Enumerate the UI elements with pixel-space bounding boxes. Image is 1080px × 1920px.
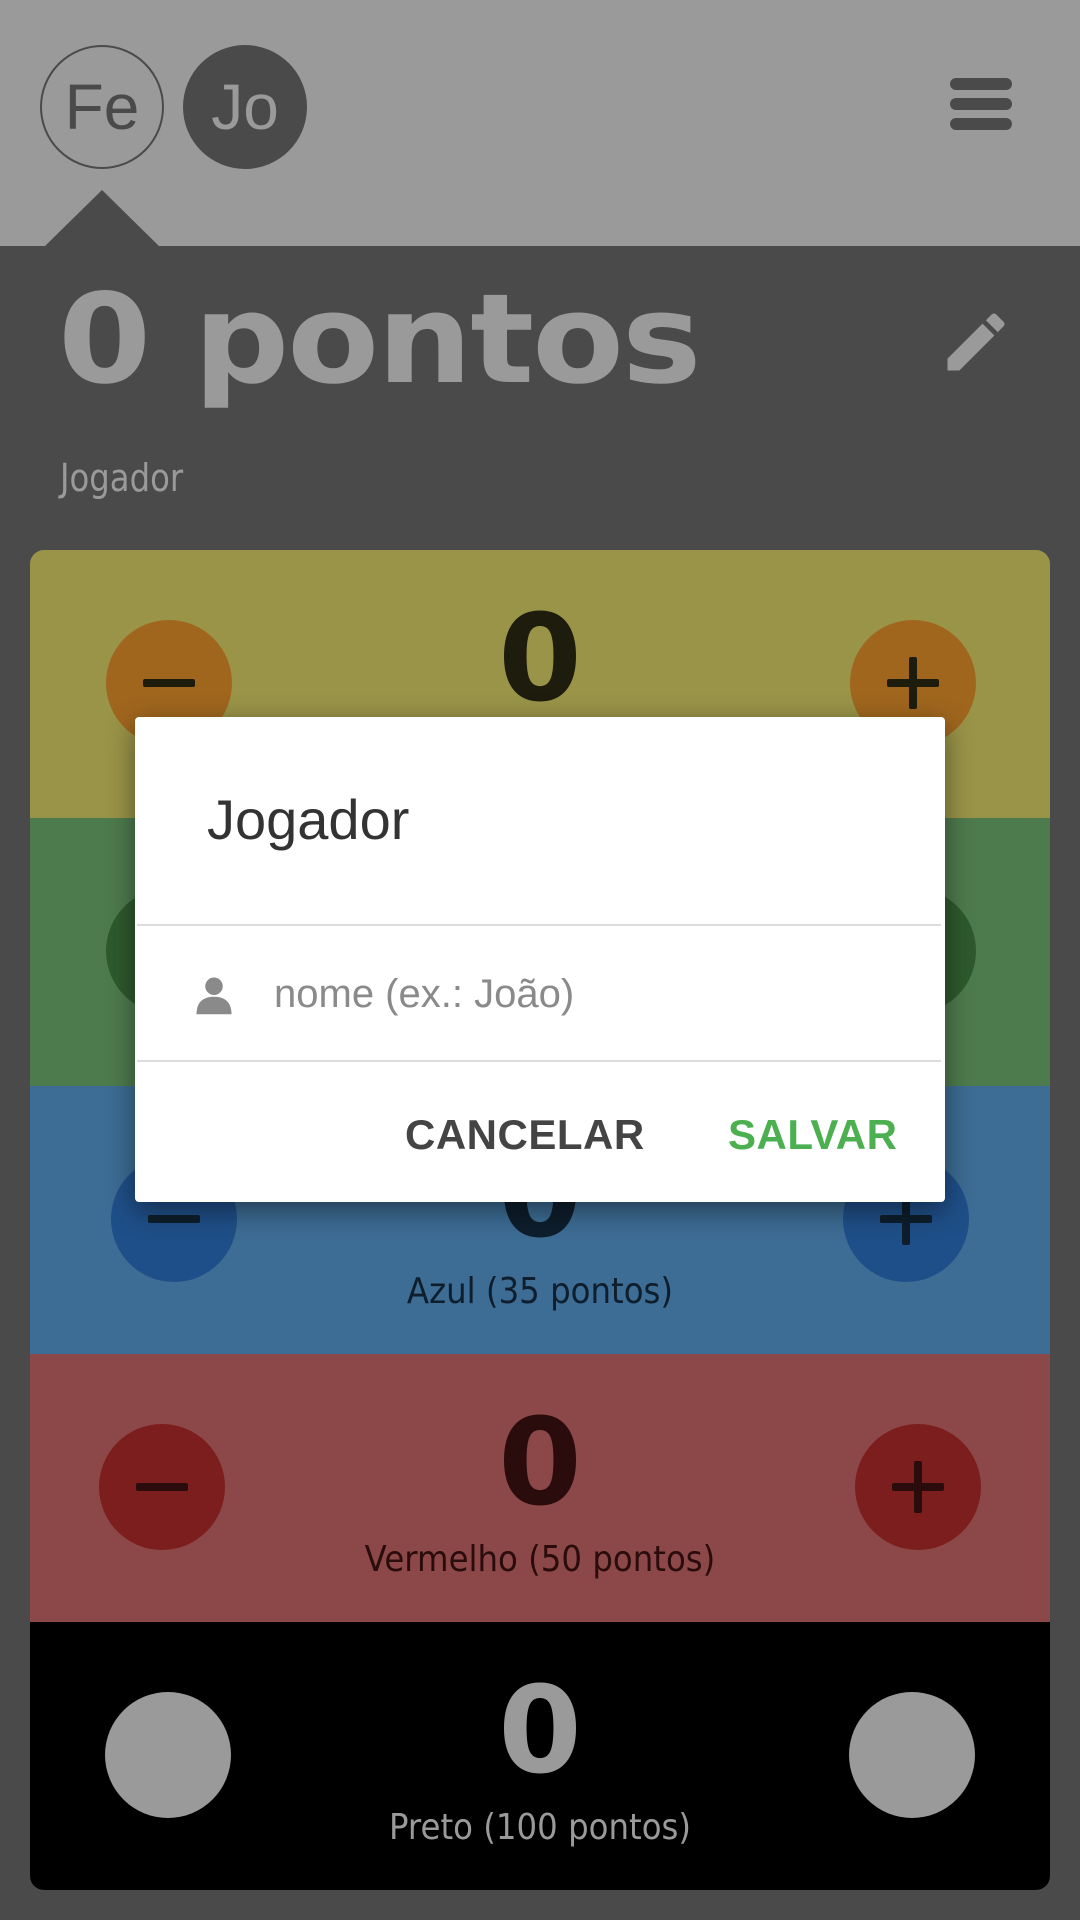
save-button[interactable]: SALVAR [728,1111,897,1159]
player-total-points: 0 pontos [58,268,702,412]
band-label: Azul (35 pontos) [406,1271,674,1312]
name-field [137,924,941,1062]
name-input[interactable] [272,958,896,1030]
pencil-icon[interactable] [938,304,1014,385]
player-avatar-fe[interactable]: Fe [40,45,164,169]
band-label: Preto (100 pontos) [388,1807,692,1848]
player-name-label: Jogador [60,456,184,500]
cancel-button[interactable]: CANCELAR [405,1111,645,1159]
player-name-dialog: Jogador CANCELAR SALVAR [135,717,945,1202]
player-avatar-jo[interactable]: Jo [183,45,307,169]
increment-button[interactable] [849,1692,975,1818]
hamburger-menu-icon[interactable] [950,78,1012,130]
top-bar: Fe Jo [0,0,1080,246]
active-player-pointer [44,190,160,247]
dialog-title: Jogador [207,788,410,851]
band-black: 0 Preto (100 pontos) [30,1622,1050,1890]
band-label: Vermelho (50 pontos) [364,1539,716,1580]
band-red: 0 Vermelho (50 pontos) [30,1354,1050,1622]
increment-button[interactable] [855,1424,981,1550]
person-icon [193,974,235,1021]
